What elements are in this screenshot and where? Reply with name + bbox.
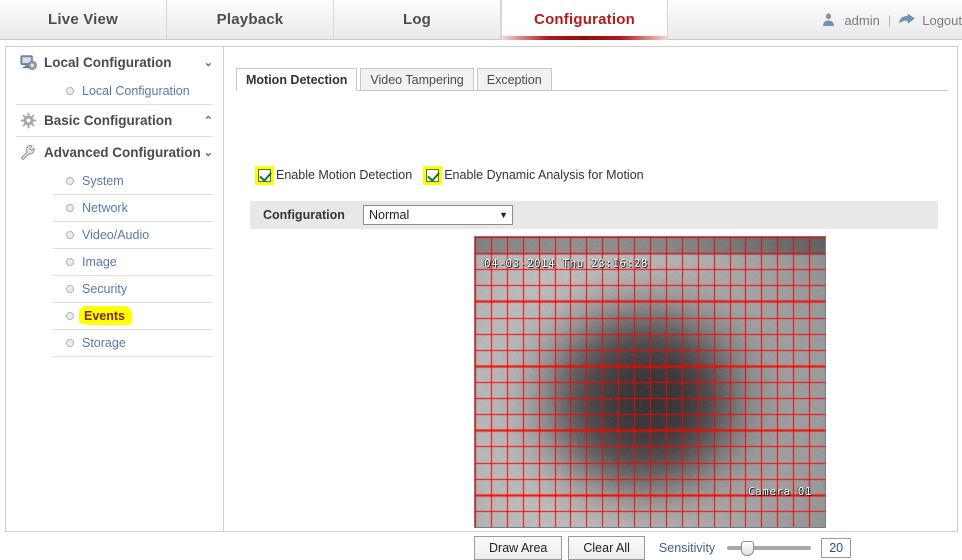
sidebar-group-label: Advanced Configuration	[44, 145, 201, 160]
logout-arrow-icon[interactable]	[899, 12, 916, 29]
content-tab-strip: Motion Detection Video Tampering Excepti…	[236, 68, 555, 91]
sidebar-item-label: System	[82, 174, 124, 188]
sidebar-item-network[interactable]: Network	[6, 195, 223, 221]
tab-motion-detection[interactable]: Motion Detection	[236, 68, 357, 91]
sensitivity-control: Sensitivity 20	[659, 538, 851, 558]
logout-link[interactable]: Logout	[922, 13, 962, 28]
nav-tab-label: Log	[403, 11, 431, 28]
configuration-select[interactable]: Normal ▼	[363, 205, 513, 225]
sidebar-item-events[interactable]: Events	[6, 303, 223, 329]
sidebar-item-security[interactable]: Security	[6, 276, 223, 302]
content-area: Motion Detection Video Tampering Excepti…	[225, 47, 957, 531]
user-separator: |	[886, 13, 893, 28]
motion-detection-video-preview[interactable]: 04-03-2014 Thu 23:16:28 Camera 01	[474, 236, 826, 528]
checkbox-label: Enable Motion Detection	[276, 168, 412, 182]
sidebar-group-basic-configuration[interactable]: Basic Configuration ⌃	[6, 105, 223, 136]
sensitivity-slider-thumb[interactable]	[741, 541, 754, 556]
bullet-icon	[66, 177, 74, 185]
sidebar-item-label: Network	[82, 201, 128, 215]
sidebar-item-label: Events	[82, 308, 129, 324]
nav-tab-playback[interactable]: Playback	[167, 0, 334, 39]
nav-tab-label: Playback	[217, 11, 284, 28]
draw-area-label: Draw Area	[489, 541, 547, 555]
tab-video-tampering[interactable]: Video Tampering	[360, 68, 473, 91]
tab-label: Exception	[487, 73, 542, 87]
nav-tab-live-view[interactable]: Live View	[0, 0, 167, 39]
sidebar-item-label: Video/Audio	[82, 228, 149, 242]
sidebar-item-label: Local Configuration	[82, 84, 190, 98]
sidebar-group-local-configuration[interactable]: Local Configuration ⌄	[6, 47, 223, 78]
sidebar-divider	[53, 356, 213, 357]
enable-dynamic-analysis-checkbox-wrap[interactable]: Enable Dynamic Analysis for Motion	[426, 168, 643, 182]
motion-detection-controls: Draw Area Clear All Sensitivity 20	[474, 536, 851, 560]
user-session-area: admin | Logout	[821, 0, 962, 40]
sidebar-group-label: Local Configuration	[44, 55, 172, 70]
configuration-select-value: Normal	[369, 208, 409, 222]
sidebar-item-image[interactable]: Image	[6, 249, 223, 275]
gear-icon	[20, 112, 37, 129]
sidebar-item-label: Image	[82, 255, 117, 269]
sidebar-item-video-audio[interactable]: Video/Audio	[6, 222, 223, 248]
video-grid-canvas[interactable]	[475, 237, 825, 527]
bullet-icon	[66, 339, 74, 347]
sensitivity-slider[interactable]	[727, 540, 811, 556]
sidebar-item-system[interactable]: System	[6, 168, 223, 194]
chevron-down-icon: ▼	[499, 210, 508, 220]
enable-motion-detection-checkbox-wrap[interactable]: Enable Motion Detection	[258, 168, 412, 182]
bullet-icon	[66, 312, 74, 320]
user-icon	[821, 12, 838, 29]
bullet-icon	[66, 231, 74, 239]
checkbox-label: Enable Dynamic Analysis for Motion	[444, 168, 643, 182]
nav-tab-log[interactable]: Log	[334, 0, 501, 39]
sidebar-item-label: Storage	[82, 336, 126, 350]
monitor-gear-icon	[20, 54, 37, 71]
enable-motion-detection-checkbox[interactable]	[258, 169, 271, 182]
chevron-down-icon: ⌄	[204, 146, 213, 159]
clear-all-button[interactable]: Clear All	[568, 536, 645, 560]
username-label: admin	[844, 13, 879, 28]
bullet-icon	[66, 204, 74, 212]
nav-tab-label: Configuration	[534, 11, 635, 28]
sidebar-item-label: Security	[82, 282, 127, 296]
tab-label: Video Tampering	[370, 73, 463, 87]
top-navigation-bar: Live View Playback Log Configuration adm…	[0, 0, 962, 40]
sidebar-group-label: Basic Configuration	[44, 113, 172, 128]
page-frame: Local Configuration ⌄ Local Configuratio…	[5, 46, 958, 532]
nav-tab-configuration[interactable]: Configuration	[501, 0, 668, 39]
draw-area-button[interactable]: Draw Area	[474, 536, 562, 560]
motion-detection-options: Enable Motion Detection Enable Dynamic A…	[258, 168, 644, 182]
sidebar-item-local-configuration[interactable]: Local Configuration	[6, 78, 223, 104]
enable-dynamic-analysis-checkbox[interactable]	[426, 169, 439, 182]
tab-label: Motion Detection	[246, 73, 347, 87]
bullet-icon	[66, 285, 74, 293]
bullet-icon	[66, 258, 74, 266]
nav-tab-label: Live View	[48, 11, 118, 28]
bullet-icon	[66, 87, 74, 95]
configuration-row: Configuration Normal ▼	[250, 201, 938, 229]
chevron-up-icon: ⌃	[204, 114, 213, 127]
chevron-down-icon: ⌄	[204, 56, 213, 69]
sensitivity-label: Sensitivity	[659, 541, 715, 555]
wrench-icon	[20, 144, 37, 161]
sensitivity-value[interactable]: 20	[821, 538, 851, 558]
sidebar-group-advanced-configuration[interactable]: Advanced Configuration ⌄	[6, 137, 223, 168]
clear-all-label: Clear All	[583, 541, 630, 555]
sensitivity-slider-track	[727, 546, 811, 550]
tab-exception[interactable]: Exception	[477, 68, 552, 91]
sidebar-item-storage[interactable]: Storage	[6, 330, 223, 356]
sidebar: Local Configuration ⌄ Local Configuratio…	[6, 47, 224, 531]
configuration-label: Configuration	[263, 208, 363, 222]
